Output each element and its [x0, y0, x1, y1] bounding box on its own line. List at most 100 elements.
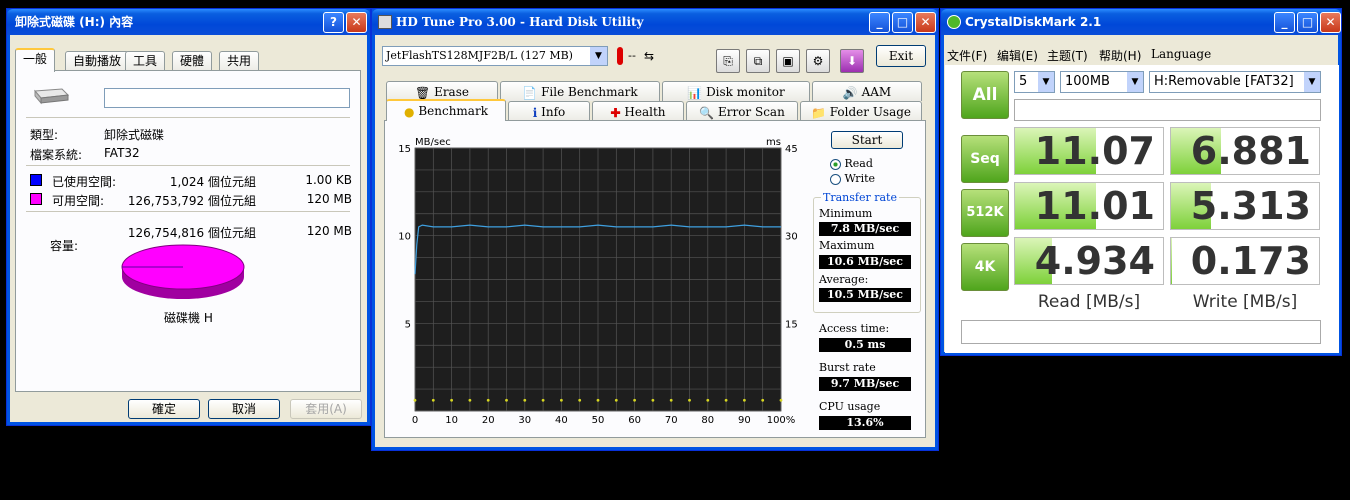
cancel-button[interactable]: 取消 — [208, 399, 280, 419]
tab-autoplay[interactable]: 自動播放 — [65, 51, 130, 71]
access-time-point — [651, 398, 655, 402]
access-time-value: 0.5 ms — [819, 338, 911, 352]
x-tick-label: 30 — [518, 415, 531, 426]
hdtune-window: HD Tune Pro 3.00 - Hard Disk Utility _ □… — [371, 8, 939, 451]
filesystem-label: 檔案系統: — [30, 148, 83, 162]
write-radio[interactable]: Write — [830, 172, 875, 185]
512k-write-result: 5.313 — [1170, 182, 1320, 230]
y2-tick-label: 30 — [785, 232, 798, 243]
disk-label: 磁碟機 H — [164, 311, 213, 325]
seq-write-value: 6.881 — [1190, 129, 1311, 173]
tab-general[interactable]: 一般 — [15, 48, 56, 72]
options-icon[interactable]: ⚙ — [806, 49, 830, 73]
access-time-point — [761, 398, 765, 402]
y2-tick-label: 15 — [785, 319, 798, 330]
x-tick-label: 0 — [412, 415, 418, 426]
y-tick-label: 5 — [405, 319, 411, 330]
x-tick-label: 40 — [555, 415, 568, 426]
drive-select[interactable]: JetFlashTS128MJF2B/L (127 MB) ▼ — [382, 46, 608, 66]
transfer-rate-label: Transfer rate — [821, 191, 899, 204]
read-radio[interactable]: Read — [830, 157, 873, 170]
chevron-down-icon: ▼ — [1038, 72, 1054, 92]
y2-tick-label: 45 — [785, 144, 798, 155]
4k-write-bar — [1171, 238, 1173, 284]
x-tick-label: 60 — [628, 415, 641, 426]
menu-help[interactable]: 帮助(H) — [1099, 47, 1141, 64]
y2-axis-label: ms — [766, 137, 781, 148]
maximize-button[interactable]: □ — [892, 12, 913, 33]
used-space-size: 1.00 KB — [305, 173, 352, 187]
maximize-button[interactable]: □ — [1297, 12, 1318, 33]
drive-select-value: H:Removable [FAT32] — [1154, 74, 1294, 89]
y-axis-label: MB/sec — [415, 137, 451, 148]
4k-button[interactable]: 4K — [961, 243, 1009, 291]
tab-aam[interactable]: 🔊 AAM — [812, 81, 922, 101]
hdtune-titlebar: HD Tune Pro 3.00 - Hard Disk Utility — [372, 9, 938, 35]
tab-erase[interactable]: 🗑 Erase — [386, 81, 498, 101]
count-select[interactable]: 5 ▼ — [1014, 71, 1055, 93]
tab-sharing[interactable]: 共用 — [219, 51, 260, 71]
close-button[interactable]: ✕ — [346, 12, 367, 33]
access-time-point — [523, 398, 527, 402]
minimum-label: Minimum — [819, 207, 873, 220]
tab-error-scan[interactable]: 🔍 Error Scan — [686, 101, 798, 121]
tab-disk-monitor-label: Disk monitor — [706, 85, 785, 99]
seq-button[interactable]: Seq — [961, 135, 1009, 183]
comment-input[interactable] — [1014, 99, 1321, 121]
menu-theme[interactable]: 主题(T) — [1047, 47, 1088, 64]
exit-button[interactable]: Exit — [876, 45, 926, 67]
copy-all-icon[interactable]: ⧉ — [746, 49, 770, 73]
menu-edit[interactable]: 编辑(E) — [997, 47, 1038, 64]
start-button[interactable]: Start — [831, 131, 903, 149]
tab-file-benchmark[interactable]: 📄 File Benchmark — [500, 81, 660, 101]
tab-folder-usage-label: Folder Usage — [829, 105, 912, 119]
access-time-point — [431, 398, 435, 402]
tab-info[interactable]: i Info — [508, 101, 590, 121]
bulb-icon: ● — [404, 104, 415, 119]
minimize-button[interactable]: _ — [1274, 12, 1295, 33]
tab-benchmark-label: Benchmark — [418, 104, 488, 118]
512k-button[interactable]: 512K — [961, 189, 1009, 237]
radio-unchecked-icon — [830, 173, 841, 185]
access-time-point — [706, 398, 710, 402]
save-icon[interactable]: ▣ — [776, 49, 800, 73]
tab-benchmark[interactable]: ● Benchmark — [386, 99, 506, 121]
512k-read-value: 11.01 — [1034, 184, 1155, 228]
copy-icon[interactable]: ⎘ — [716, 49, 740, 73]
menu-language[interactable]: Language — [1151, 47, 1211, 61]
general-panel: 類型: 卸除式磁碟 檔案系統: FAT32 已使用空間: 1,024 個位元組 … — [15, 70, 361, 392]
size-select[interactable]: 100MB ▼ — [1060, 71, 1144, 93]
access-time-point — [614, 398, 618, 402]
tab-disk-monitor[interactable]: 📊 Disk monitor — [662, 81, 810, 101]
status-bar — [961, 320, 1321, 344]
drive-select[interactable]: H:Removable [FAT32] ▼ — [1149, 71, 1321, 93]
menu-file[interactable]: 文件(F) — [947, 47, 987, 64]
close-button[interactable]: ✕ — [1320, 12, 1341, 33]
tab-health[interactable]: ✚ Health — [592, 101, 684, 121]
size-select-value: 100MB — [1065, 74, 1110, 89]
minimize-button[interactable]: _ — [869, 12, 890, 33]
close-button[interactable]: ✕ — [915, 12, 936, 33]
x-tick-label: 70 — [665, 415, 678, 426]
type-label: 類型: — [30, 128, 59, 142]
disk-swap-icon: ⇆ — [644, 49, 655, 63]
volume-label-input[interactable] — [104, 88, 350, 108]
access-time-point — [413, 398, 417, 402]
help-button[interactable]: ? — [323, 12, 344, 33]
tab-tools[interactable]: 工具 — [125, 51, 166, 71]
download-icon[interactable]: ⬇ — [840, 49, 864, 73]
tab-folder-usage[interactable]: 📁 Folder Usage — [800, 101, 922, 121]
ok-button[interactable]: 確定 — [128, 399, 200, 419]
tab-hardware[interactable]: 硬體 — [172, 51, 213, 71]
drive-select-value: JetFlashTS128MJF2B/L (127 MB) — [386, 49, 573, 62]
crystal-app-icon — [947, 15, 961, 29]
apply-button[interactable]: 套用(A) — [290, 399, 362, 419]
drive-icon — [32, 87, 70, 105]
crystal-title: CrystalDiskMark 2.1 — [965, 15, 1102, 29]
x-tick-label: 90 — [738, 415, 751, 426]
all-button[interactable]: All — [961, 71, 1009, 119]
access-time-point — [505, 398, 508, 402]
tab-health-label: Health — [624, 105, 666, 119]
capacity-label: 容量: — [50, 239, 79, 253]
properties-window: 卸除式磁碟 (H:) 內容 ? ✕ 一般 自動播放 工具 硬體 共用 類型: 卸… — [6, 8, 371, 426]
